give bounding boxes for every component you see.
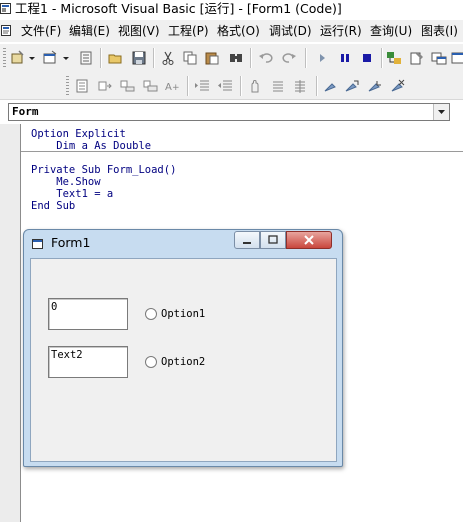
toolbar-overflow-icon[interactable] xyxy=(451,50,463,66)
uncomment-block-icon[interactable] xyxy=(292,78,308,94)
copy-icon[interactable] xyxy=(182,50,198,66)
window-title: 工程1 - Microsoft Visual Basic [运行] - [For… xyxy=(15,1,342,16)
text2-value: Text2 xyxy=(51,349,83,361)
minimize-button[interactable] xyxy=(234,231,260,249)
open-icon[interactable] xyxy=(108,50,124,66)
properties-icon[interactable] xyxy=(409,50,425,66)
list-constants-icon[interactable] xyxy=(97,78,113,94)
maximize-icon xyxy=(268,235,278,244)
redo-icon[interactable] xyxy=(281,50,297,66)
option1-label[interactable]: Option1 xyxy=(161,308,205,320)
start-icon[interactable] xyxy=(314,50,330,66)
code-line[interactable]: End Sub xyxy=(31,200,75,212)
list-properties-icon[interactable] xyxy=(74,78,90,94)
chevron-down-icon xyxy=(438,110,445,114)
paste-icon[interactable] xyxy=(204,50,220,66)
toolbar-separator xyxy=(250,48,251,68)
form-client-area[interactable]: 0 Option1 Text2 Option2 xyxy=(30,258,337,462)
option2-label[interactable]: Option2 xyxy=(161,356,205,368)
title-bar: 工程1 - Microsoft Visual Basic [运行] - [For… xyxy=(0,0,463,18)
form-title: Form1 xyxy=(51,235,91,250)
add-project-icon[interactable] xyxy=(10,50,26,66)
form-icon xyxy=(32,239,43,249)
indent-icon[interactable] xyxy=(194,78,210,94)
code-window-icon[interactable] xyxy=(1,25,13,37)
object-dropdown-value: Form xyxy=(12,105,39,118)
menu-run[interactable]: 运行(R) xyxy=(320,23,362,39)
menu-editor-icon[interactable] xyxy=(78,50,94,66)
option1-radio[interactable] xyxy=(145,308,157,320)
end-icon[interactable] xyxy=(359,50,375,66)
clear-bookmarks-icon[interactable] xyxy=(390,78,406,94)
menu-diagram[interactable]: 图表(I) xyxy=(421,23,458,39)
menu-edit[interactable]: 编辑(E) xyxy=(69,23,110,39)
text1-value: 0 xyxy=(51,301,58,313)
code-line[interactable]: Text1 = a xyxy=(31,188,113,200)
outdent-icon[interactable] xyxy=(217,78,233,94)
parameter-info-icon[interactable] xyxy=(142,78,158,94)
toolbar-separator xyxy=(316,76,317,96)
undo-icon[interactable] xyxy=(258,50,274,66)
toolbar-grip[interactable] xyxy=(66,76,69,96)
menu-format[interactable]: 格式(O) xyxy=(217,23,260,39)
form-layout-icon[interactable] xyxy=(431,50,447,66)
close-icon xyxy=(304,235,314,245)
text2-textbox[interactable]: Text2 xyxy=(48,346,128,378)
toolbar-separator xyxy=(187,76,188,96)
standard-toolbar xyxy=(0,44,463,72)
toggle-breakpoint-icon[interactable] xyxy=(247,78,263,94)
object-dropdown-button[interactable] xyxy=(433,104,449,120)
minimize-icon xyxy=(243,242,251,244)
menu-view[interactable]: 视图(V) xyxy=(118,23,160,39)
find-icon[interactable] xyxy=(228,50,244,66)
toolbar-separator xyxy=(100,48,101,68)
close-button[interactable] xyxy=(286,231,332,249)
menu-project[interactable]: 工程(P) xyxy=(168,23,209,39)
complete-word-icon[interactable]: A + xyxy=(164,78,180,94)
menu-bar: 文件(F) 编辑(E) 视图(V) 工程(P) 格式(O) 调试(D) 运行(R… xyxy=(0,20,463,42)
vb-app-icon xyxy=(0,3,11,14)
object-dropdown[interactable]: Form xyxy=(8,103,450,121)
project-explorer-icon[interactable] xyxy=(386,50,402,66)
comment-block-icon[interactable] xyxy=(270,78,286,94)
save-icon[interactable] xyxy=(131,50,147,66)
break-icon[interactable] xyxy=(337,50,353,66)
chevron-down-icon[interactable] xyxy=(62,50,70,66)
next-bookmark-icon[interactable] xyxy=(344,78,360,94)
toolbar-separator xyxy=(153,48,154,68)
menu-query[interactable]: 查询(U) xyxy=(370,23,412,39)
code-line[interactable]: Dim a As Double xyxy=(31,140,151,152)
add-form-icon[interactable] xyxy=(42,50,58,66)
svg-text:+: + xyxy=(172,83,180,93)
cut-icon[interactable] xyxy=(160,50,176,66)
option2-radio[interactable] xyxy=(145,356,157,368)
code-line[interactable]: Me.Show xyxy=(31,176,100,188)
toolbar-separator xyxy=(381,48,382,68)
text1-textbox[interactable]: 0 xyxy=(48,298,128,330)
form1-window[interactable]: Form1 0 Option1 Text2 Option2 xyxy=(23,229,343,467)
menu-file[interactable]: 文件(F) xyxy=(21,23,61,39)
quick-info-icon[interactable] xyxy=(119,78,135,94)
edit-toolbar: A + xyxy=(0,72,463,100)
toolbar-grip[interactable] xyxy=(3,48,6,68)
code-margin-bar[interactable] xyxy=(0,124,21,522)
previous-bookmark-icon[interactable] xyxy=(367,78,383,94)
svg-text:A: A xyxy=(165,82,172,93)
toolbar-separator xyxy=(240,76,241,96)
menu-debug[interactable]: 调试(D) xyxy=(269,23,312,39)
code-line[interactable]: Option Explicit xyxy=(31,128,126,140)
maximize-button[interactable] xyxy=(260,231,286,249)
chevron-down-icon[interactable] xyxy=(28,50,36,66)
toolbar-separator xyxy=(305,48,306,68)
code-line[interactable]: Private Sub Form_Load() xyxy=(31,164,176,176)
toggle-bookmark-icon[interactable] xyxy=(322,78,338,94)
